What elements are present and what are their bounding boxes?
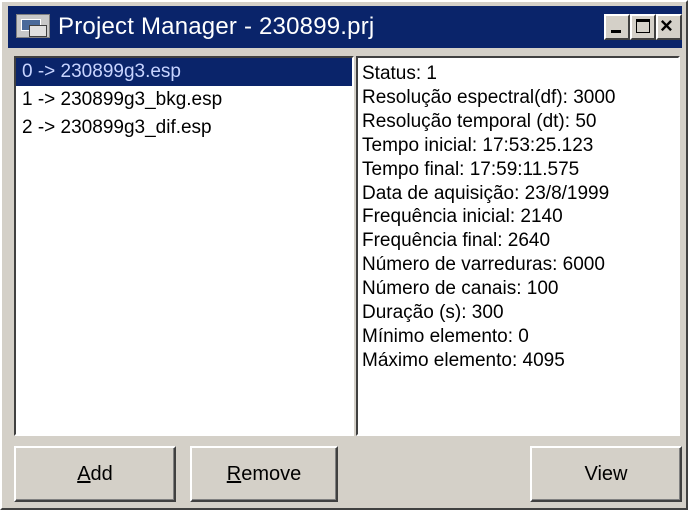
add-button-label: dd [90,463,113,485]
view-button[interactable]: View [530,446,682,502]
detail-max-element: Máximo elemento: 4095 [362,349,565,371]
detail-sweep-count: Número de varreduras: 6000 [362,254,605,276]
remove-button-accelerator: R [226,463,242,485]
app-icon [16,14,50,38]
minimize-icon [611,30,621,33]
list-item[interactable]: 0 -> 230899g3.esp [16,58,352,86]
detail-status: Status: 1 [362,63,437,84]
close-button[interactable]: × [656,14,682,40]
list-item[interactable]: 1 -> 230899g3_bkg.esp [16,86,352,114]
detail-channel-count: Número de canais: 100 [362,278,559,300]
detail-end-time: Tempo final: 17:59:11.575 [362,158,580,180]
detail-acquisition-date: Data de aquisição: 23/8/1999 [362,182,610,204]
detail-temporal-resolution: Resolução temporal (dt): 50 [362,110,597,132]
maximize-icon [636,19,650,33]
list-item[interactable]: 2 -> 230899g3_dif.esp [16,114,352,142]
maximize-button[interactable] [630,14,656,40]
add-button[interactable]: Add [14,446,176,502]
title-bar[interactable]: Project Manager - 230899.prj × [8,6,682,48]
detail-start-frequency: Frequência inicial: 2140 [362,206,563,228]
remove-button-label: emove [241,463,302,485]
detail-start-time: Tempo inicial: 17:53:25.123 [362,134,594,156]
details-panel: Status: 1 Resolução espectral(df): 3000 … [356,56,680,436]
close-icon: × [660,13,673,38]
add-button-accelerator: A [77,463,91,485]
detail-min-element: Mínimo elemento: 0 [362,325,529,347]
remove-button[interactable]: Remove [190,446,338,502]
detail-end-frequency: Frequência final: 2640 [362,230,551,252]
detail-spectral-resolution: Resolução espectral(df): 3000 [362,86,616,108]
minimize-button[interactable] [604,14,630,40]
window-title: Project Manager - 230899.prj [58,13,375,40]
project-manager-window: Project Manager - 230899.prj × 0 -> 2308… [0,0,688,510]
file-list[interactable]: 0 -> 230899g3.esp 1 -> 230899g3_bkg.esp … [14,56,354,436]
detail-duration: Duração (s): 300 [362,302,504,324]
